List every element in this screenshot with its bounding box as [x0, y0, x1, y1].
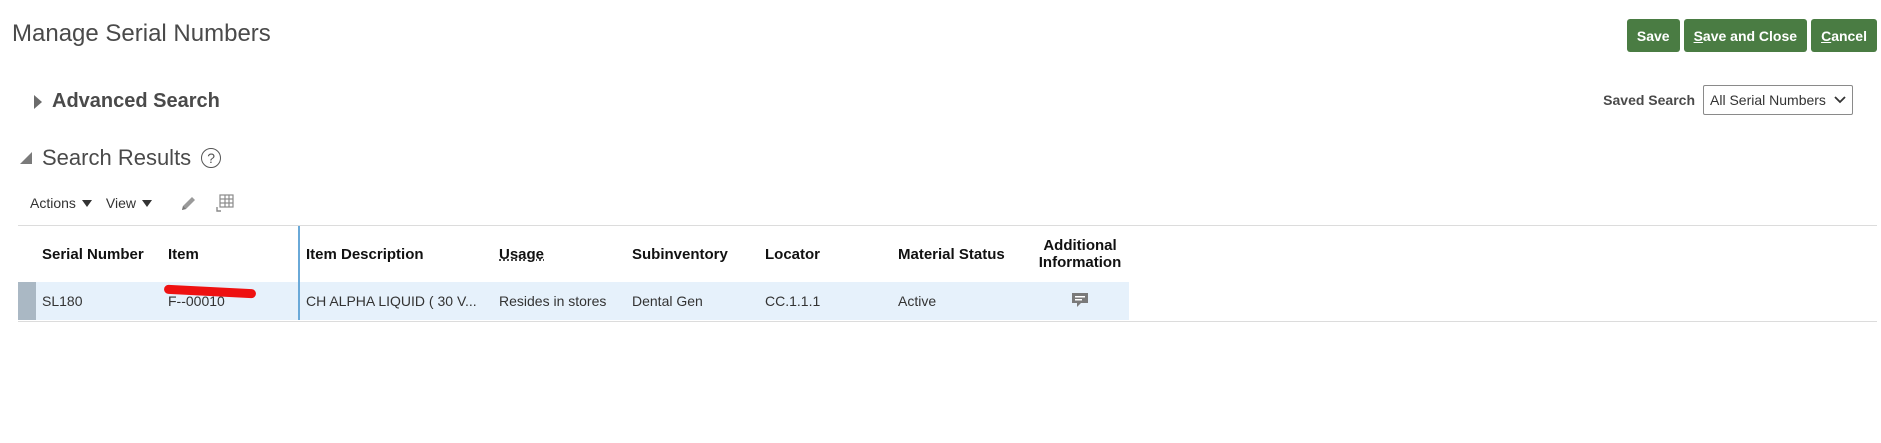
actions-label: Actions [30, 195, 76, 211]
col-item[interactable]: Item [168, 226, 300, 282]
cell-item-description: CH ALPHA LIQUID ( 30 V... [306, 282, 499, 320]
header-spacer [299, 226, 306, 282]
col-additional-information[interactable]: Additional Information [1031, 226, 1129, 282]
cell-material-status: Active [898, 282, 1031, 320]
saved-search-select[interactable]: All Serial Numbers [1703, 85, 1853, 115]
cell-spacer [299, 282, 306, 320]
results-toolbar: Actions View [30, 192, 236, 214]
col-material-status[interactable]: Material Status [898, 226, 1031, 282]
table-bottom-border [18, 321, 1877, 322]
search-results-header: Search Results ? [20, 145, 222, 171]
chevron-down-icon [1834, 96, 1846, 104]
details-icon[interactable] [1071, 292, 1089, 311]
table-header-row: Serial Number Item Item Description Usag… [18, 226, 1129, 282]
saved-search: Saved Search All Serial Numbers [1603, 85, 1853, 115]
actions-menu[interactable]: Actions [30, 195, 92, 211]
cancel-button[interactable]: Cancel [1811, 19, 1877, 52]
save-and-close-button[interactable]: Save and Close [1683, 19, 1808, 52]
caret-down-icon [142, 199, 153, 207]
cell-additional-information [1031, 282, 1129, 320]
page-actions: Save Save and Close Cancel [1626, 19, 1877, 52]
page-title: Manage Serial Numbers [12, 20, 271, 47]
col-usage[interactable]: Usage [499, 226, 632, 282]
freeze-columns-icon[interactable] [214, 192, 236, 214]
col-item-description[interactable]: Item Description [306, 226, 499, 282]
collapse-triangle-icon[interactable] [20, 152, 32, 164]
cell-locator: CC.1.1.1 [765, 282, 898, 320]
search-results-title: Search Results [42, 145, 192, 170]
item-description-text: CH ALPHA LIQUID ( 30 V... [306, 293, 477, 309]
expand-triangle-icon [34, 94, 42, 109]
row-selector[interactable] [18, 282, 36, 320]
saved-search-label: Saved Search [1603, 92, 1695, 108]
caret-down-icon [81, 199, 92, 207]
saved-search-value: All Serial Numbers [1710, 92, 1826, 108]
help-icon[interactable]: ? [201, 148, 222, 168]
view-label: View [105, 195, 137, 211]
cell-subinventory: Dental Gen [632, 282, 765, 320]
pencil-edit-icon[interactable] [178, 192, 200, 214]
col-locator[interactable]: Locator [765, 226, 898, 282]
cell-serial-number: SL180 [42, 282, 168, 320]
save-button[interactable]: Save [1626, 19, 1680, 52]
col-serial-number[interactable]: Serial Number [42, 226, 168, 282]
cell-usage: Resides in stores [499, 282, 632, 320]
advanced-search-toggle[interactable]: Advanced Search [34, 90, 220, 113]
row-header-gutter [18, 226, 36, 282]
col-subinventory[interactable]: Subinventory [632, 226, 765, 282]
advanced-search-label: Advanced Search [52, 90, 220, 112]
view-menu[interactable]: View [105, 195, 153, 211]
